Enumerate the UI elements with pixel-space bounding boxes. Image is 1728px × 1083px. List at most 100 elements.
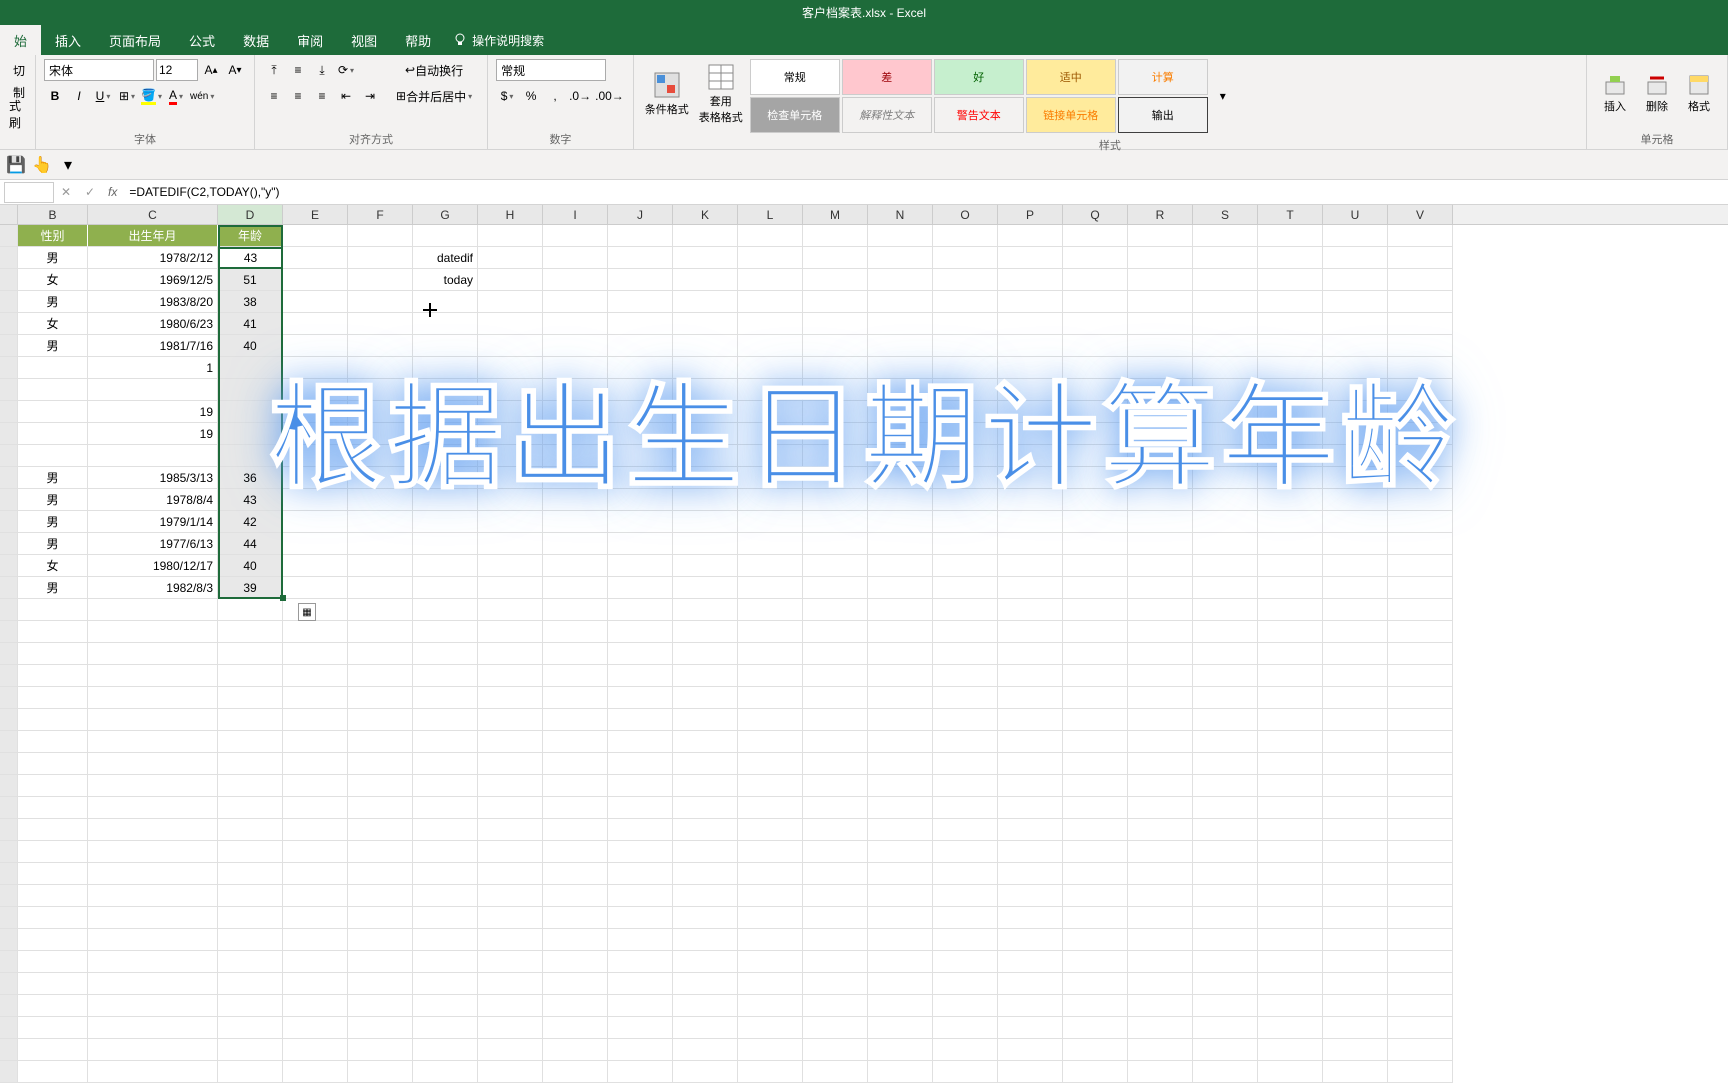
cell[interactable]: [933, 291, 998, 313]
cell[interactable]: [348, 489, 413, 511]
cell[interactable]: [998, 555, 1063, 577]
cell[interactable]: [738, 907, 803, 929]
cell[interactable]: [283, 445, 348, 467]
cell[interactable]: [1323, 775, 1388, 797]
cell[interactable]: [283, 621, 348, 643]
cell-age[interactable]: 40: [218, 335, 283, 357]
cell[interactable]: [88, 929, 218, 951]
cell[interactable]: [868, 929, 933, 951]
cell[interactable]: [1063, 819, 1128, 841]
cell[interactable]: [88, 995, 218, 1017]
cell[interactable]: [543, 313, 608, 335]
align-top-button[interactable]: ⤒: [263, 59, 285, 81]
col-header-H[interactable]: H: [478, 205, 543, 224]
align-right-button[interactable]: ≡: [311, 85, 333, 107]
cell[interactable]: [803, 951, 868, 973]
cell[interactable]: [88, 863, 218, 885]
cell[interactable]: [1323, 753, 1388, 775]
cell[interactable]: [608, 687, 673, 709]
cell[interactable]: [283, 335, 348, 357]
cell-birthdate[interactable]: 1980/6/23: [88, 313, 218, 335]
cell[interactable]: [88, 687, 218, 709]
cell[interactable]: [1323, 599, 1388, 621]
cell[interactable]: [1258, 753, 1323, 775]
cell[interactable]: [868, 335, 933, 357]
cell[interactable]: [998, 841, 1063, 863]
cell[interactable]: [18, 643, 88, 665]
cell[interactable]: [673, 423, 738, 445]
cell[interactable]: [933, 423, 998, 445]
cell[interactable]: [1128, 775, 1193, 797]
cell[interactable]: [1388, 577, 1453, 599]
cell[interactable]: [673, 291, 738, 313]
cell[interactable]: [1193, 863, 1258, 885]
cell[interactable]: [283, 533, 348, 555]
spreadsheet-grid[interactable]: BCDEFGHIJKLMNOPQRSTUV 性别出生年月年龄男1978/2/12…: [0, 205, 1728, 1083]
cell[interactable]: [608, 973, 673, 995]
orientation-button[interactable]: ⟳▾: [335, 59, 357, 81]
cell[interactable]: [803, 357, 868, 379]
align-left-button[interactable]: ≡: [263, 85, 285, 107]
cell[interactable]: [1128, 247, 1193, 269]
col-header-R[interactable]: R: [1128, 205, 1193, 224]
cell[interactable]: [868, 907, 933, 929]
cell[interactable]: [673, 533, 738, 555]
align-middle-button[interactable]: ≡: [287, 59, 309, 81]
cell[interactable]: datedif: [413, 247, 478, 269]
cell[interactable]: [803, 621, 868, 643]
cell[interactable]: [1193, 1039, 1258, 1061]
cell[interactable]: [543, 775, 608, 797]
cell[interactable]: [868, 885, 933, 907]
cell[interactable]: [348, 863, 413, 885]
cell[interactable]: [18, 709, 88, 731]
cell[interactable]: [608, 819, 673, 841]
cell[interactable]: [868, 797, 933, 819]
cell[interactable]: [673, 357, 738, 379]
cell[interactable]: [803, 379, 868, 401]
cell[interactable]: [1388, 445, 1453, 467]
cell[interactable]: [608, 225, 673, 247]
col-header-L[interactable]: L: [738, 205, 803, 224]
cell[interactable]: [1063, 599, 1128, 621]
cell[interactable]: [998, 621, 1063, 643]
cell[interactable]: [608, 379, 673, 401]
cell[interactable]: [1063, 621, 1128, 643]
cell[interactable]: [803, 797, 868, 819]
cell[interactable]: [1323, 555, 1388, 577]
cell-age[interactable]: 44: [218, 533, 283, 555]
tab-help[interactable]: 帮助: [391, 25, 445, 56]
fill-color-button[interactable]: 🪣▾: [140, 85, 163, 107]
qat-save-icon[interactable]: 💾: [6, 155, 26, 175]
cell[interactable]: [1388, 401, 1453, 423]
cell[interactable]: [478, 819, 543, 841]
cell[interactable]: [18, 665, 88, 687]
cell[interactable]: [608, 643, 673, 665]
cell[interactable]: [348, 665, 413, 687]
cell[interactable]: [1193, 225, 1258, 247]
cell[interactable]: [348, 929, 413, 951]
cell[interactable]: [803, 577, 868, 599]
col-header-D[interactable]: D: [218, 205, 283, 224]
cell[interactable]: [478, 291, 543, 313]
cell[interactable]: [478, 665, 543, 687]
cell[interactable]: [348, 973, 413, 995]
cut-button[interactable]: 切: [8, 59, 30, 81]
cell[interactable]: [1128, 533, 1193, 555]
cell[interactable]: [1128, 445, 1193, 467]
cell[interactable]: [803, 819, 868, 841]
cell-gender[interactable]: 女: [18, 313, 88, 335]
cell-birthdate[interactable]: 1985/3/13: [88, 467, 218, 489]
cell[interactable]: [478, 775, 543, 797]
cell[interactable]: [18, 1039, 88, 1061]
cell[interactable]: [478, 621, 543, 643]
cell[interactable]: [608, 841, 673, 863]
cell[interactable]: [1193, 665, 1258, 687]
cell[interactable]: [1063, 687, 1128, 709]
font-name-select[interactable]: [44, 59, 154, 81]
cell[interactable]: [1258, 665, 1323, 687]
cell[interactable]: [413, 555, 478, 577]
cell[interactable]: [348, 1039, 413, 1061]
cell[interactable]: [1323, 731, 1388, 753]
cell[interactable]: [88, 621, 218, 643]
cell[interactable]: [1258, 379, 1323, 401]
